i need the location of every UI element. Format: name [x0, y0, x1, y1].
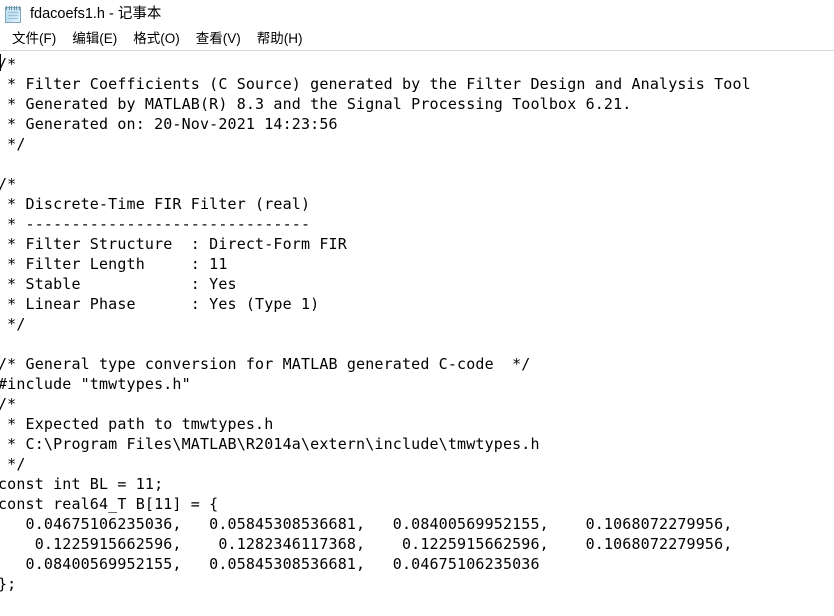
menu-item-help[interactable]: 帮助(H) [249, 29, 311, 49]
text-editor-area[interactable]: /* * Filter Coefficients (C Source) gene… [0, 51, 834, 616]
menu-item-edit[interactable]: 编辑(E) [64, 29, 125, 49]
source-code-content[interactable]: /* * Filter Coefficients (C Source) gene… [0, 54, 751, 594]
menu-bar: 文件(F) 编辑(E) 格式(O) 查看(V) 帮助(H) [0, 28, 834, 51]
notepad-window: fdacoefs1.h - 记事本 文件(F) 编辑(E) 格式(O) 查看(V… [0, 0, 834, 616]
title-bar: fdacoefs1.h - 记事本 [0, 0, 834, 28]
menu-item-file[interactable]: 文件(F) [4, 29, 64, 49]
menu-item-view[interactable]: 查看(V) [188, 29, 249, 49]
window-title: fdacoefs1.h - 记事本 [30, 5, 162, 22]
notepad-icon [5, 5, 22, 23]
menu-item-format[interactable]: 格式(O) [125, 29, 188, 49]
